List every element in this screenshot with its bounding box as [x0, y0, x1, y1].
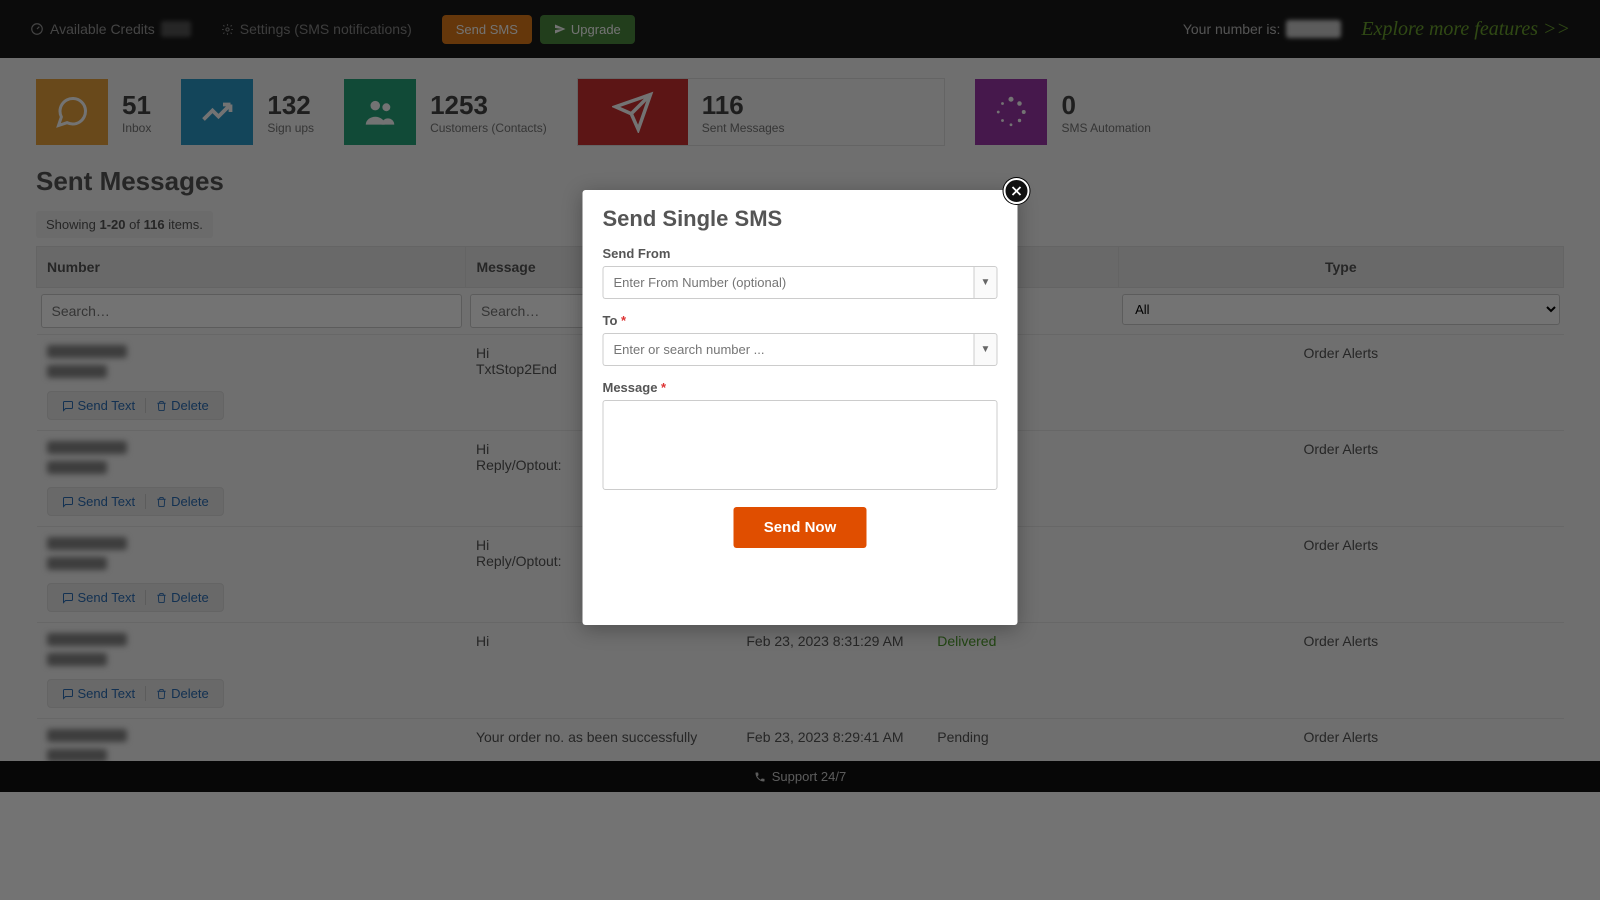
- close-modal-button[interactable]: [1004, 178, 1030, 204]
- close-icon: [1012, 186, 1022, 196]
- send-from-input[interactable]: [603, 266, 974, 299]
- to-input[interactable]: [603, 333, 974, 366]
- message-textarea[interactable]: [603, 400, 998, 490]
- to-label: To *: [603, 313, 998, 328]
- send-now-button[interactable]: Send Now: [734, 507, 867, 548]
- modal-title: Send Single SMS: [603, 206, 998, 232]
- send-sms-modal: Send Single SMS Send From ▼ To * ▼ Messa…: [583, 190, 1018, 625]
- message-label: Message *: [603, 380, 998, 395]
- to-dropdown-caret[interactable]: ▼: [974, 333, 998, 366]
- send-from-label: Send From: [603, 246, 998, 261]
- send-from-dropdown-caret[interactable]: ▼: [974, 266, 998, 299]
